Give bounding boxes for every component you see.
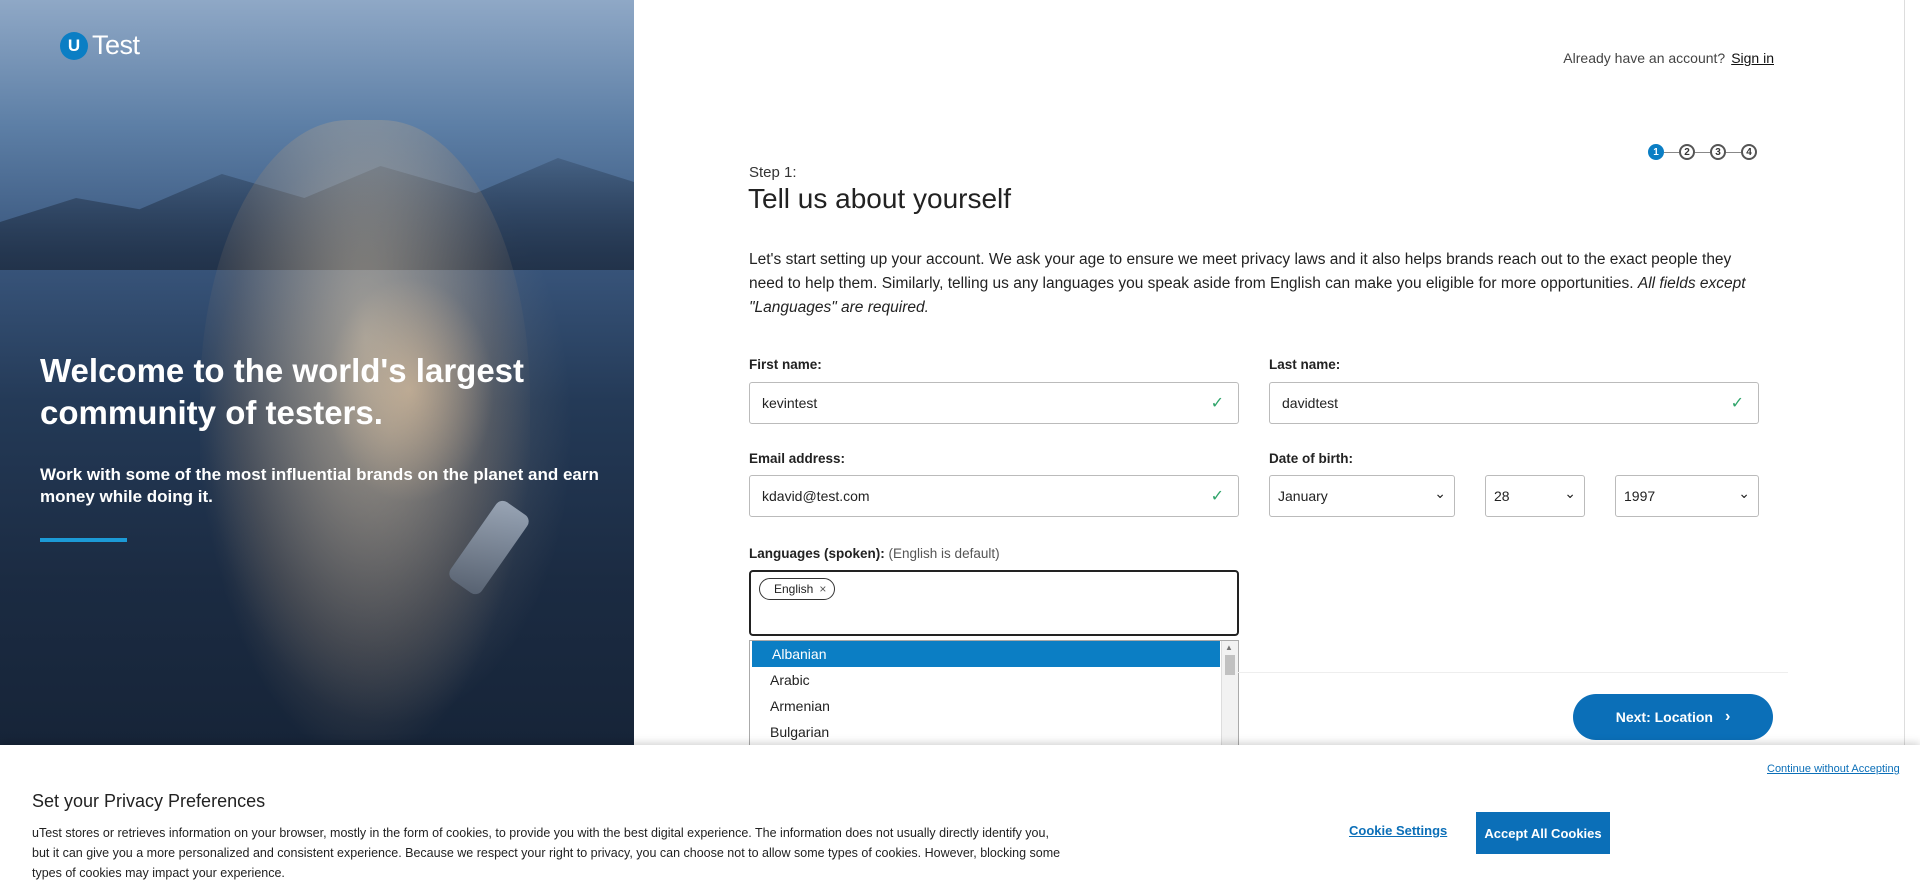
language-option[interactable]: Albanian [752, 641, 1220, 667]
dob-day-select[interactable]: 28 ⌄ [1485, 475, 1585, 517]
step-label: Step 1: [749, 164, 797, 181]
languages-dropdown: Albanian Arabic Armenian Bulgarian ▲ [749, 640, 1239, 747]
chevron-down-icon: ⌄ [1434, 485, 1446, 501]
language-option[interactable]: Armenian [750, 693, 1218, 719]
chevron-right-icon: › [1724, 708, 1731, 725]
last-name-label: Last name: [1269, 357, 1341, 372]
check-icon: ✓ [1210, 395, 1224, 412]
cookie-settings-link[interactable]: Cookie Settings [1349, 823, 1447, 838]
language-chip-english: English × [759, 578, 836, 600]
logo-wordmark: Test [92, 30, 140, 60]
language-option[interactable]: Bulgarian [750, 719, 1218, 745]
signin-prompt: Already have an account? Sign in [1563, 50, 1774, 66]
first-name-field[interactable]: kevintest ✓ [749, 382, 1239, 424]
cookie-banner-title: Set your Privacy Preferences [32, 791, 266, 811]
next-location-button[interactable]: Next: Location › [1573, 694, 1773, 740]
utest-logo[interactable]: U Test [60, 30, 140, 61]
chevron-down-icon: ⌄ [1738, 485, 1750, 501]
cookie-banner-text: uTest stores or retrieves information on… [32, 826, 1061, 880]
cookie-banner: Continue without Accepting Set your Priv… [0, 745, 1920, 893]
last-name-value: davidtest [1282, 395, 1339, 411]
check-icon: ✓ [1730, 395, 1744, 412]
dob-month-select[interactable]: January ⌄ [1269, 475, 1455, 517]
dropdown-scrollbar[interactable]: ▲ [1221, 641, 1238, 746]
languages-label-text: Languages (spoken): [749, 546, 885, 561]
hero-subtitle: Work with some of the most influential b… [40, 465, 599, 506]
dob-month-value: January [1278, 488, 1328, 504]
step-connector [1664, 151, 1679, 153]
page-edge-line [1904, 0, 1905, 745]
step-4-indicator: 4 [1741, 144, 1757, 160]
language-chip-label: English [774, 582, 814, 596]
email-value: kdavid@test.com [762, 488, 870, 504]
step-3-indicator: 3 [1710, 144, 1726, 160]
close-icon[interactable]: × [819, 582, 826, 596]
intro-body: Let's start setting up your account. We … [749, 251, 1732, 292]
scrollbar-thumb[interactable] [1225, 655, 1235, 675]
languages-hint: (English is default) [888, 546, 1000, 561]
language-option[interactable]: Arabic [750, 667, 1218, 693]
dob-year-select[interactable]: 1997 ⌄ [1615, 475, 1759, 517]
hero-title: Welcome to the world's largest community… [40, 352, 525, 431]
languages-label: Languages (spoken): (English is default) [749, 546, 1000, 561]
next-button-label: Next: Location [1615, 709, 1713, 725]
dob-label: Date of birth: [1269, 451, 1353, 466]
account-prompt-text: Already have an account? [1563, 50, 1726, 66]
first-name-label: First name: [749, 357, 822, 372]
hero-accent-rule [40, 538, 127, 542]
intro-text: Let's start setting up your account. We … [749, 248, 1769, 320]
logo-mark: U [60, 31, 88, 60]
email-field[interactable]: kdavid@test.com ✓ [749, 475, 1239, 517]
signin-link[interactable]: Sign in [1731, 50, 1774, 66]
dob-year-value: 1997 [1624, 488, 1656, 504]
page-title: Tell us about yourself [748, 183, 1012, 214]
email-label: Email address: [749, 451, 846, 466]
accept-all-cookies-button[interactable]: Accept All Cookies [1476, 812, 1610, 854]
languages-input[interactable]: English × [749, 570, 1239, 636]
last-name-field[interactable]: davidtest ✓ [1269, 382, 1759, 424]
scroll-up-icon[interactable]: ▲ [1225, 643, 1233, 652]
chevron-down-icon: ⌄ [1564, 485, 1576, 501]
step-connector [1695, 151, 1710, 153]
step-connector [1726, 151, 1741, 153]
first-name-value: kevintest [762, 395, 818, 411]
step-2-indicator: 2 [1679, 144, 1695, 160]
step-1-indicator: 1 [1648, 144, 1664, 160]
progress-stepper: 1 2 3 4 [1648, 144, 1757, 160]
check-icon: ✓ [1210, 488, 1224, 505]
continue-without-accepting-link[interactable]: Continue without Accepting [1767, 763, 1900, 775]
dob-day-value: 28 [1494, 488, 1510, 504]
form-divider [1238, 672, 1788, 673]
